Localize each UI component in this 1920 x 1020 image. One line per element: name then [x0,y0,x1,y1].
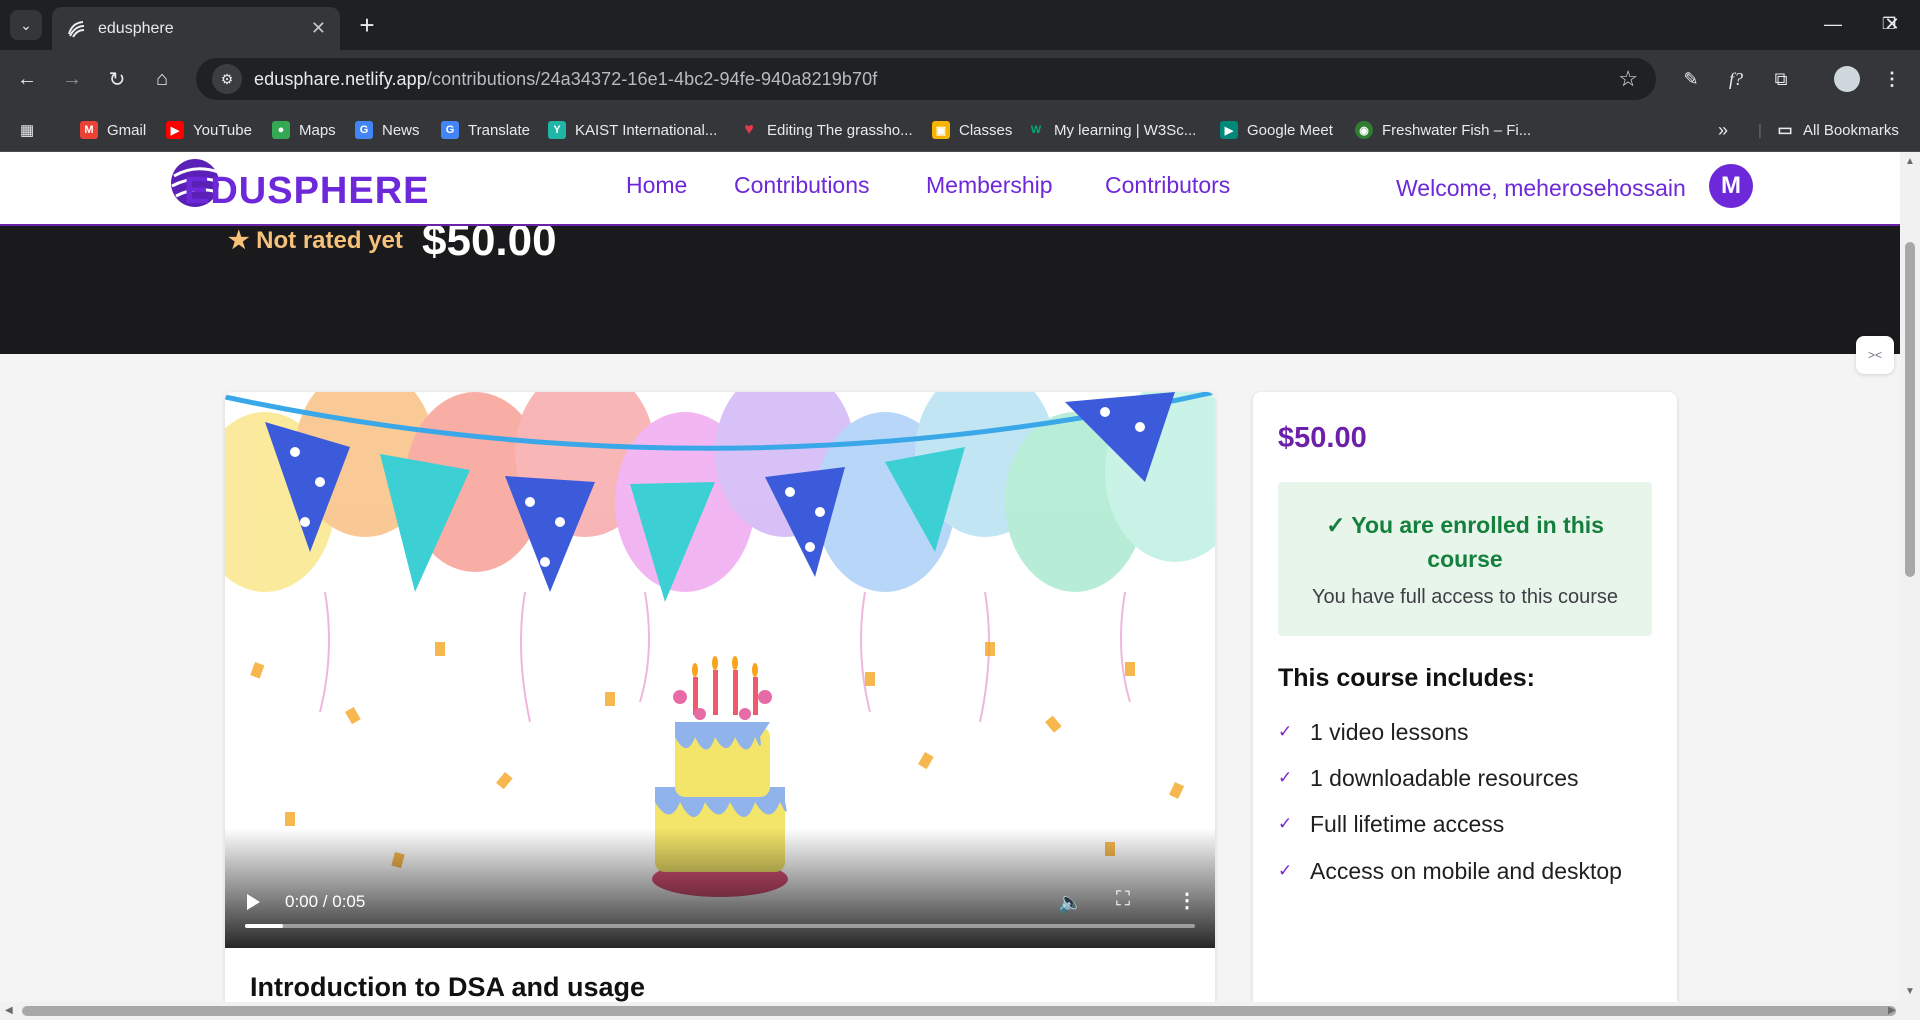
pen-extension-icon[interactable]: ✎ [1676,64,1706,94]
translate-icon: G [441,121,459,139]
w3schools-icon: W [1030,124,1042,136]
bookmark-classes[interactable]: ▣ Classes [932,108,1012,152]
bookmarks-divider: | [1758,121,1762,139]
welcome-text: Welcome, meherosehossain [1396,175,1686,201]
all-bookmarks-button[interactable]: ▭ All Bookmarks [1776,108,1898,152]
course-video-card: 0:00 / 0:05 🔈 ⛶ ⋮ Introduction to DSA an… [225,392,1215,1002]
address-bar[interactable]: ⚙ edusphare.netlify.app/contributions/24… [196,58,1656,100]
course-rating: ★ Not rated yet [228,227,403,254]
nav-contributions[interactable]: Contributions [734,172,870,199]
browser-toolbar: ← → ↻ ⌂ ⚙ edusphare.netlify.app/contribu… [0,50,1920,108]
check-icon: ✓ [1278,861,1293,880]
window-close-button[interactable]: ✕ [1864,0,1920,48]
bookmark-meet[interactable]: ▶ Google Meet [1220,108,1333,152]
check-icon: ✓ [1278,768,1293,787]
kaist-icon: Y [548,121,566,139]
horizontal-scrollbar[interactable]: ◀ ▶ [0,1002,1920,1020]
video-controls: 0:00 / 0:05 🔈 ⛶ ⋮ [225,828,1215,948]
gmail-icon: M [80,121,98,139]
scroll-up-icon[interactable]: ▲ [1905,156,1915,167]
video-progress-fill [245,924,283,928]
chevron-down-icon: ⌄ [20,16,32,33]
news-icon: G [355,121,373,139]
logo-text: EDUSPHERE [184,170,430,212]
browser-menu-icon[interactable]: ⋮ [1877,64,1907,94]
video-progress-bar[interactable] [245,924,1195,928]
close-tab-icon[interactable]: ✕ [311,18,326,39]
edusphere-favicon-icon [66,19,86,39]
check-icon: ✓ [1278,814,1293,833]
fullscreen-icon[interactable]: ⛶ [1116,888,1130,911]
apps-grid-icon[interactable]: ▦ [20,108,34,152]
extensions-puzzle-icon[interactable]: ⧉ [1766,64,1796,94]
scroll-down-icon[interactable]: ▼ [1905,986,1915,997]
includes-item: ✓ 1 downloadable resources [1278,764,1579,791]
bookmark-kaist[interactable]: Y KAIST International... [548,108,717,152]
site-navbar: EDUSPHERE Home Contributions Membership … [0,152,1900,226]
enrolled-notice: ✓ You are enrolled in this course You ha… [1278,482,1652,636]
back-icon[interactable]: ← [12,64,42,94]
profile-avatar-icon[interactable] [1832,64,1862,94]
bookmark-star-icon[interactable]: ☆ [1618,66,1638,92]
scroll-left-icon[interactable]: ◀ [5,1005,13,1016]
folder-icon: ▭ [1777,122,1793,139]
forward-icon[interactable]: → [57,64,87,94]
bookmark-gmail[interactable]: M Gmail [80,108,146,152]
floating-widget-button[interactable]: >< [1856,336,1894,374]
video-player[interactable]: 0:00 / 0:05 🔈 ⛶ ⋮ [225,392,1215,948]
bookmark-editing[interactable]: ♥ Editing The grassho... [740,108,912,152]
nav-home[interactable]: Home [626,172,687,199]
video-time: 0:00 / 0:05 [285,892,366,911]
horizontal-scroll-thumb[interactable] [22,1006,1896,1016]
maps-icon: ● [272,121,290,139]
site-info-icon[interactable]: ⚙ [212,64,242,94]
includes-item: ✓ 1 video lessons [1278,718,1469,745]
enrolled-subtext: You have full access to this course [1311,586,1619,608]
meet-icon: ▶ [1220,121,1238,139]
user-avatar[interactable]: M [1709,164,1753,208]
browser-titlebar: ⌄ edusphere ✕ + — ❐ [0,0,1920,50]
more-bookmarks-icon[interactable]: » [1718,108,1728,152]
minimize-button[interactable]: — [1805,0,1861,48]
youtube-icon: ▶ [166,121,184,139]
page-viewport: ★ Not rated yet $50.00 EDUSPHERE Home Co… [0,152,1900,1002]
home-icon[interactable]: ⌂ [147,64,177,94]
tab-title: edusphere [98,19,174,37]
font-extension-icon[interactable]: f? [1721,64,1751,94]
bookmarks-bar: ▦ M Gmail ▶ YouTube ● Maps G News G Translate… [0,108,1920,152]
bookmark-maps[interactable]: ● Maps [272,108,336,152]
fish-icon: ◉ [1355,121,1373,139]
includes-item: ✓ Full lifetime access [1278,810,1505,837]
vertical-scroll-thumb[interactable] [1905,242,1915,577]
browser-tab[interactable]: edusphere ✕ [52,7,340,50]
enrollment-card: $50.00 ✓ You are enrolled in this course… [1253,392,1677,1002]
play-icon[interactable] [247,894,260,910]
bookmark-w3schools[interactable]: W My learning | W3Sc... [1027,108,1196,152]
includes-heading: This course includes: [1278,664,1536,692]
heart-icon: ♥ [744,121,754,138]
card-price: $50.00 [1278,422,1367,454]
new-tab-button[interactable]: + [352,10,382,40]
tab-search-button[interactable]: ⌄ [10,10,42,40]
includes-item: ✓ Access on mobile and desktop [1278,857,1622,884]
check-icon: ✓ [1278,722,1293,741]
bookmark-freshwater[interactable]: ◉ Freshwater Fish – Fi... [1355,108,1531,152]
more-options-icon[interactable]: ⋮ [1177,888,1197,913]
url-text: edusphare.netlify.app/contributions/24a3… [254,68,878,89]
bookmark-translate[interactable]: G Translate [441,108,530,152]
classroom-icon: ▣ [932,121,950,139]
nav-membership[interactable]: Membership [926,172,1053,199]
nav-contributors[interactable]: Contributors [1105,172,1230,199]
volume-icon[interactable]: 🔈 [1058,890,1083,915]
enrolled-heading: ✓ You are enrolled in this course [1326,512,1604,572]
bookmark-youtube[interactable]: ▶ YouTube [166,108,252,152]
bookmark-news[interactable]: G News [355,108,420,152]
scroll-right-icon[interactable]: ▶ [1888,1005,1896,1016]
vertical-scrollbar[interactable]: ▲ ▼ [1900,152,1920,1002]
course-title: Introduction to DSA and usage [250,972,645,1002]
reload-icon[interactable]: ↻ [102,64,132,94]
